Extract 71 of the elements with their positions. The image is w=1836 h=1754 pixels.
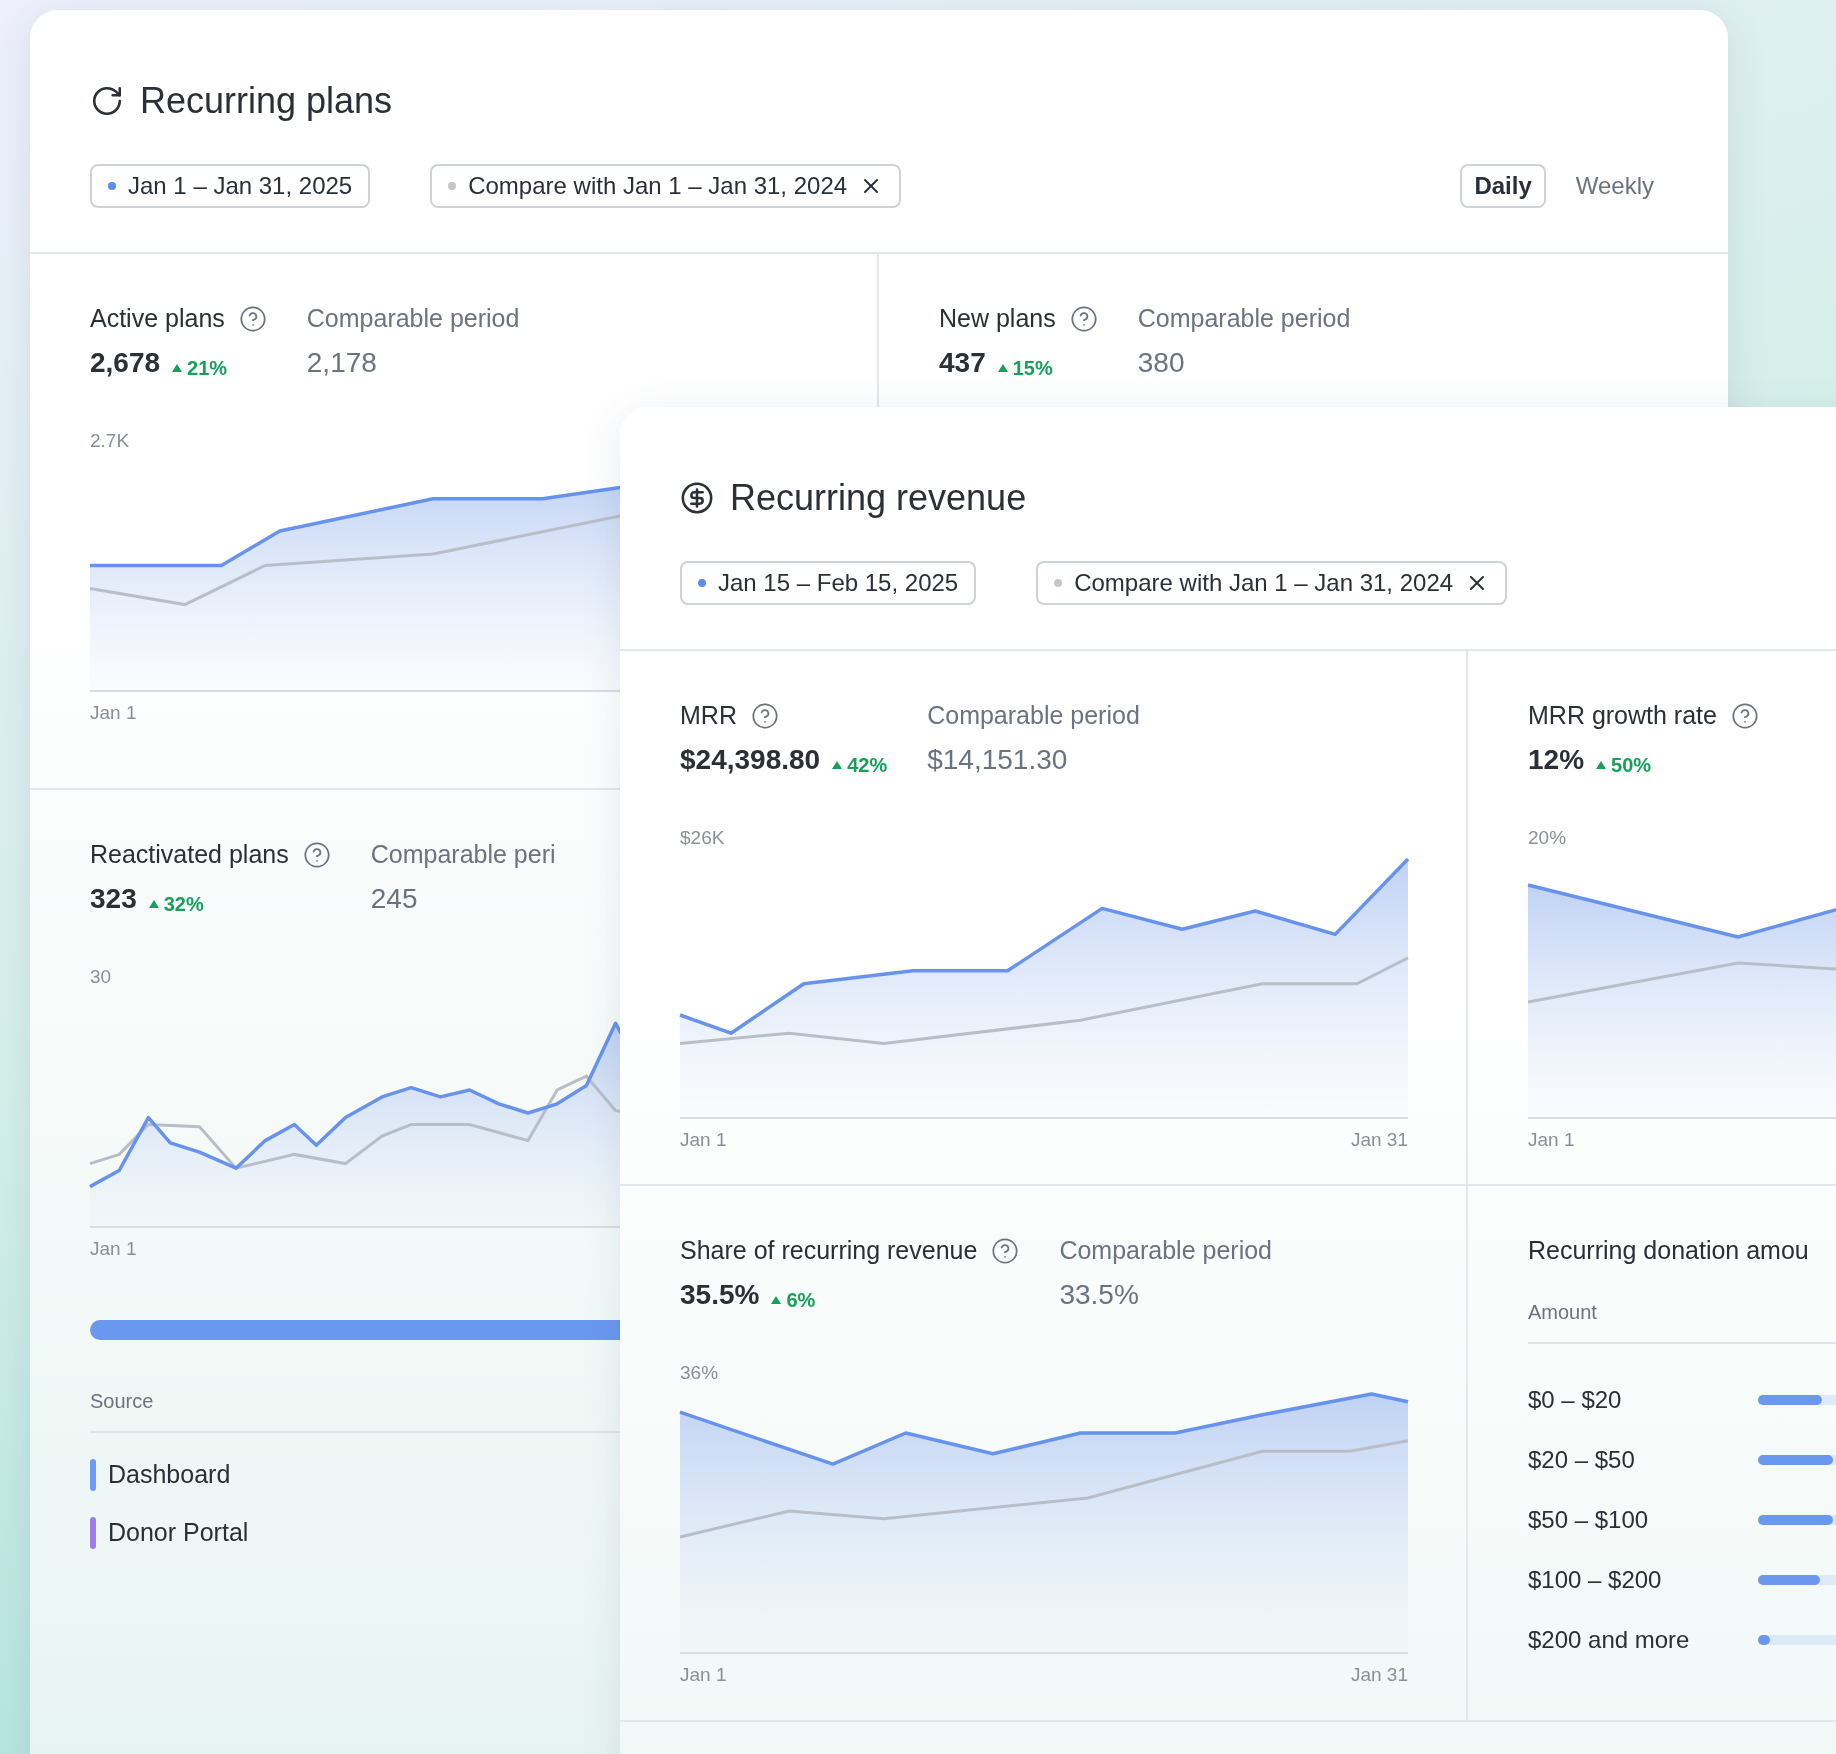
comparable-label: Comparable period <box>1137 304 1351 333</box>
metric-label: New plans <box>939 304 1056 333</box>
comparable-value: $14,151.30 <box>927 744 1069 776</box>
axis-date-label: Jan 1 <box>90 701 137 724</box>
refresh-icon <box>90 84 124 118</box>
axis-date-label: Jan 1 <box>680 1663 727 1686</box>
comparable-label: Comparable period <box>927 701 1140 730</box>
date-range-chip[interactable]: Jan 15 – Feb 15, 2025 <box>680 561 977 605</box>
metric-value: $24,398.80 <box>680 744 821 776</box>
axis-tick-label: $26K <box>680 826 726 849</box>
change-label: 42% <box>847 753 888 777</box>
date-range-chip[interactable]: Compare with Jan 1 – Jan 31, 2024 <box>1036 561 1508 605</box>
amount-range-label: $50 – $100 <box>1528 1506 1650 1534</box>
axis-tick-label: 20% <box>1528 826 1568 849</box>
change-label: 21% <box>187 356 228 380</box>
up-triangle-icon <box>832 761 843 769</box>
section-title: Recurring donation amou <box>1528 1236 1810 1265</box>
change-label: 6% <box>786 1288 816 1312</box>
axis-date-label: Jan 1 <box>680 1128 727 1151</box>
comparable-label: Comparable peri <box>370 840 556 869</box>
comparable-value: 380 <box>1137 347 1186 379</box>
interval-toggle[interactable]: Daily <box>1460 164 1546 208</box>
axis-tick-label: 30 <box>90 965 113 988</box>
metric-label: Reactivated plans <box>90 840 289 869</box>
help-icon[interactable] <box>302 840 331 869</box>
amount-range-label: $100 – $200 <box>1528 1566 1663 1594</box>
date-range-chip[interactable]: Jan 1 – Jan 31, 2025 <box>90 164 371 208</box>
axis-date-label: Jan 31 <box>1350 1128 1408 1151</box>
metric-label: MRR growth rate <box>1528 701 1717 730</box>
up-triangle-icon <box>148 900 159 908</box>
help-icon[interactable] <box>750 701 779 730</box>
comparable-label: Comparable period <box>1059 1236 1272 1265</box>
metric-label: Share of recurring revenue <box>680 1236 978 1265</box>
change-label: 50% <box>1611 753 1652 777</box>
metric-value: 12% <box>1528 744 1585 776</box>
dollar-circle-icon <box>680 481 714 515</box>
up-triangle-icon <box>172 364 183 372</box>
comparable-label: Comparable period <box>306 304 520 333</box>
change-label: 32% <box>163 892 204 916</box>
axis-tick-label: 2.7K <box>90 429 131 452</box>
comparable-value: 2,178 <box>306 347 378 379</box>
amount-range-label: $200 and more <box>1528 1626 1691 1654</box>
axis-tick-label: 36% <box>680 1361 720 1384</box>
column-heading: Source <box>90 1389 155 1413</box>
change-label: 15% <box>1012 356 1053 380</box>
date-range-chip[interactable]: Compare with Jan 1 – Jan 31, 2024 <box>430 164 902 208</box>
legend-label: Dashboard <box>108 1460 231 1489</box>
comparable-value: 245 <box>370 883 419 915</box>
help-icon[interactable] <box>1730 701 1759 730</box>
panel-title: Recurring revenue <box>730 477 1027 519</box>
amount-range-label: $0 – $20 <box>1528 1386 1623 1414</box>
help-icon[interactable] <box>238 304 267 333</box>
up-triangle-icon <box>771 1296 782 1304</box>
axis-date-label: Jan 1 <box>90 1237 137 1260</box>
axis-date-label: Jan 31 <box>1350 1663 1408 1686</box>
metric-value: 35.5% <box>680 1279 760 1311</box>
panel-title: Recurring plans <box>140 80 393 122</box>
up-triangle-icon <box>1596 761 1607 769</box>
metric-label: MRR <box>680 701 737 730</box>
comparable-value: 33.5% <box>1059 1279 1140 1311</box>
metric-value: 323 <box>90 883 137 915</box>
metric-value: 2,678 <box>90 347 161 379</box>
help-icon[interactable] <box>1069 304 1098 333</box>
help-icon[interactable] <box>991 1236 1020 1265</box>
amount-range-label: $20 – $50 <box>1528 1446 1636 1474</box>
legend-label: Donor Portal <box>108 1518 249 1547</box>
up-triangle-icon <box>997 364 1008 372</box>
metric-label: Active plans <box>90 304 225 333</box>
metric-value: 437 <box>939 347 986 379</box>
axis-date-label: Jan 1 <box>1528 1128 1575 1151</box>
column-heading: Amount <box>1528 1301 1598 1324</box>
